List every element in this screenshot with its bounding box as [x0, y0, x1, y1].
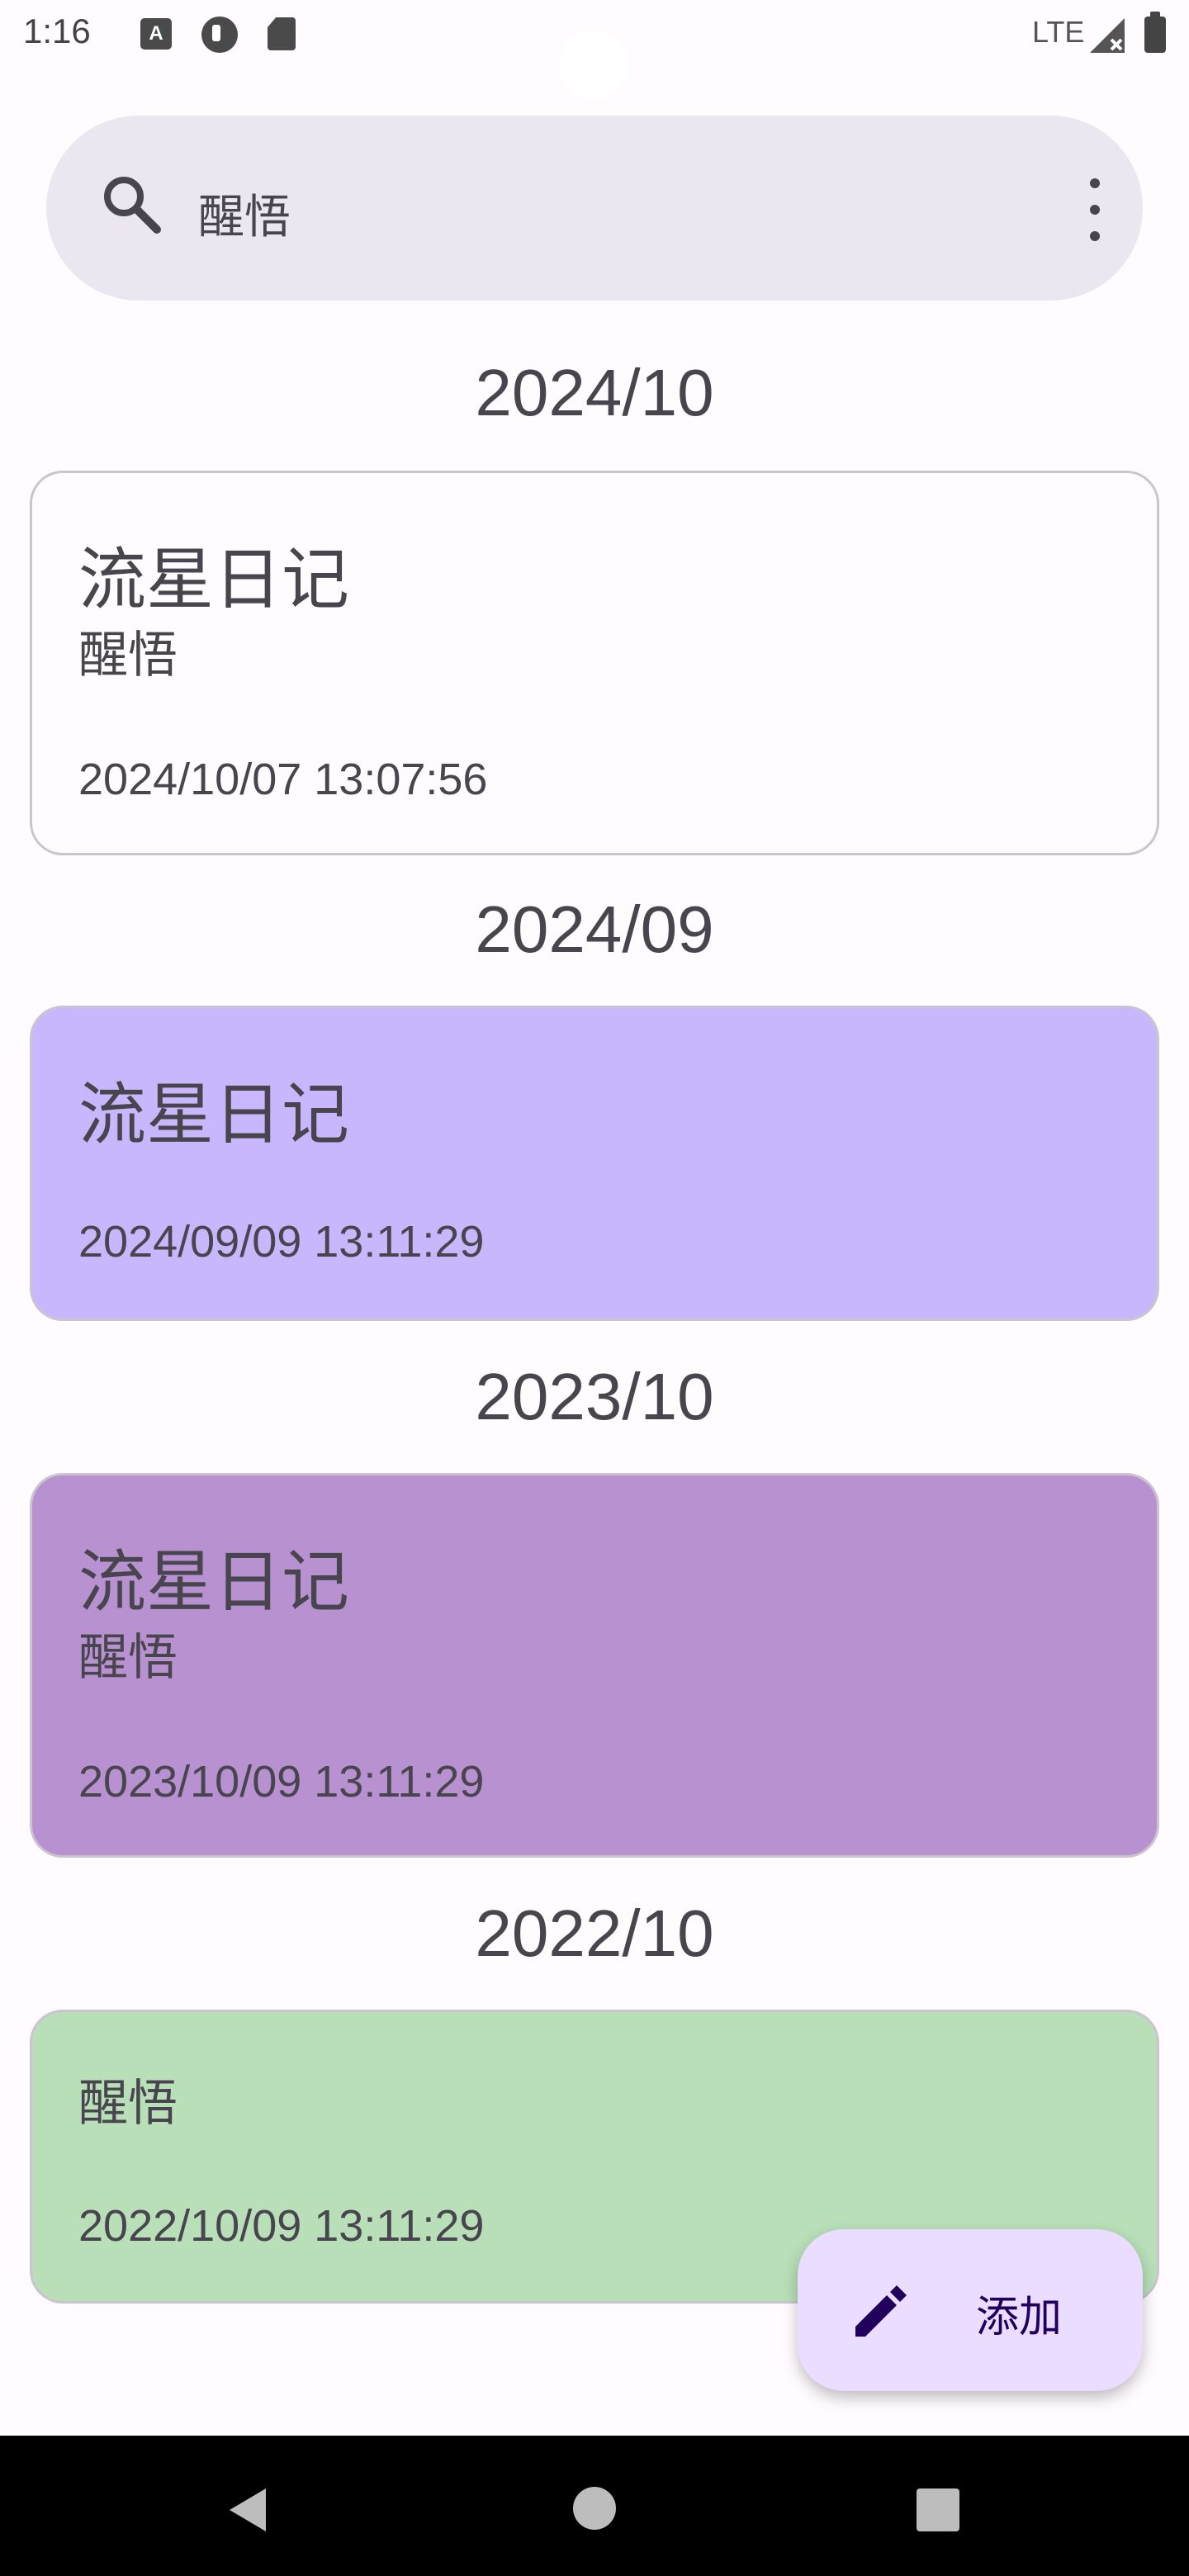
search-icon[interactable]	[96, 168, 170, 243]
month-header: 2022/10	[475, 1896, 714, 1970]
card-date: 2024/10/07 13:07:56	[78, 755, 488, 804]
card-date: 2023/10/09 13:11:29	[78, 1757, 485, 1807]
camera-cutout	[558, 30, 629, 101]
card-date: 2024/09/09 13:11:29	[78, 1217, 485, 1267]
add-button[interactable]: 添加	[798, 2229, 1143, 2391]
status-bar: 1:16 A LTE	[0, 0, 1189, 101]
add-button-label: 添加	[976, 2293, 1063, 2342]
diary-card[interactable]: 流星日记 醒悟 2024/10/07 13:07:56	[30, 471, 1159, 855]
more-options-icon[interactable]	[1070, 168, 1120, 251]
battery-icon	[1144, 12, 1166, 53]
month-header: 2023/10	[475, 1360, 714, 1433]
card-subtitle: 醒悟	[78, 627, 178, 684]
home-icon[interactable]	[573, 2487, 616, 2530]
sd-card-icon	[268, 17, 296, 50]
pencil-icon	[855, 2285, 907, 2337]
recents-icon[interactable]	[917, 2488, 959, 2531]
card-title: 流星日记	[78, 1543, 350, 1622]
month-header: 2024/10	[475, 356, 714, 429]
card-subtitle: 醒悟	[78, 2075, 178, 2133]
diary-card[interactable]: 流星日记 醒悟 2023/10/09 13:11:29	[30, 1473, 1159, 1858]
card-title: 流星日记	[78, 1076, 350, 1154]
diary-card[interactable]: 流星日记 2024/09/09 13:11:29	[30, 1006, 1159, 1321]
card-date: 2022/10/09 13:11:29	[78, 2201, 485, 2251]
signal-icon	[1090, 18, 1125, 53]
app-notification-icon	[201, 17, 238, 53]
search-bar[interactable]: 醒悟	[46, 116, 1143, 301]
status-time: 1:16	[23, 12, 91, 50]
card-title: 流星日记	[78, 541, 350, 619]
keyboard-a-icon: A	[140, 18, 172, 50]
back-icon[interactable]	[226, 2487, 269, 2533]
network-type: LTE	[1032, 15, 1085, 49]
card-subtitle: 醒悟	[78, 1629, 178, 1687]
search-input[interactable]: 醒悟	[198, 180, 291, 247]
navigation-bar	[0, 2436, 1189, 2576]
month-header: 2024/09	[475, 893, 714, 966]
